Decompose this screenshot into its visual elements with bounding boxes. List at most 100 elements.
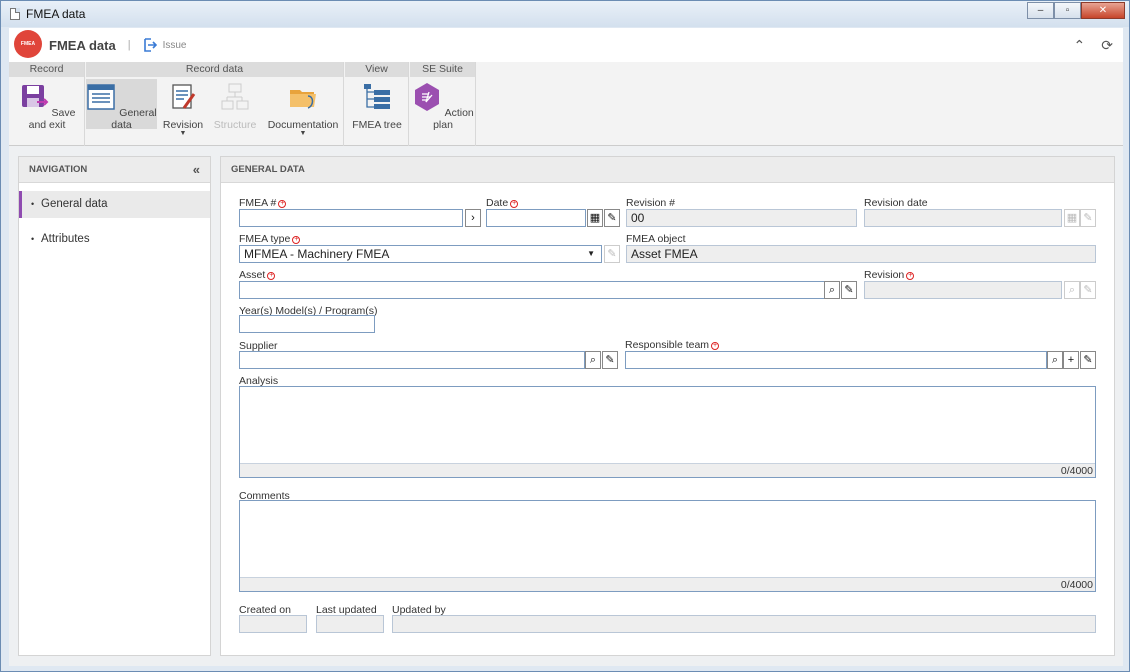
fmea-tree-icon	[364, 84, 390, 109]
window-title: FMEA data	[26, 7, 86, 21]
fmea-no-input[interactable]	[239, 209, 463, 227]
comments-char-counter: 0/4000	[240, 577, 1095, 591]
clear-icon: ✎	[1080, 281, 1096, 299]
ribbon-group-se-suite: SE Suite Action plan	[410, 62, 476, 146]
comments-textarea[interactable]: 0/4000	[239, 500, 1096, 592]
clear-icon[interactable]: ✎	[841, 281, 857, 299]
calendar-icon[interactable]: ▦	[587, 209, 603, 227]
responsible-team-input[interactable]	[625, 351, 1047, 369]
revision-date-label: Revision date	[864, 197, 928, 209]
years-models-input[interactable]	[239, 315, 375, 333]
application-window: FMEA data – ▫ ✕ FMEA FMEA data | Issue ⌃…	[0, 0, 1130, 672]
analysis-textarea[interactable]: 0/4000	[239, 386, 1096, 478]
structure-label: Structure	[213, 119, 257, 131]
clear-icon[interactable]: ✎	[604, 209, 620, 227]
app-header: FMEA FMEA data | Issue ⌃ ⟳	[9, 28, 1123, 62]
general-data-label: General data	[111, 107, 157, 131]
revision-field	[864, 281, 1062, 299]
minimize-icon[interactable]: –	[1027, 2, 1054, 19]
clear-icon[interactable]: ✎	[602, 351, 618, 369]
documentation-dropdown-arrow: ▼	[299, 130, 307, 137]
revision-icon	[172, 84, 196, 109]
responsible-team-label: Responsible team +	[625, 339, 720, 351]
ribbon-group-record: Record Save and exit	[9, 62, 85, 146]
group-title: View	[345, 62, 408, 77]
group-title: Record data	[86, 62, 343, 77]
fmea-no-label: FMEA # +	[239, 197, 287, 209]
structure-icon	[221, 83, 249, 110]
issue-link[interactable]: Issue	[163, 40, 187, 51]
general-data-icon	[87, 84, 116, 110]
required-icon: +	[278, 200, 287, 208]
search-icon: ⌕	[1064, 281, 1080, 299]
analysis-char-counter: 0/4000	[240, 463, 1095, 477]
required-icon: +	[906, 272, 915, 280]
action-plan-button[interactable]: Action plan	[412, 79, 474, 131]
header-divider: |	[127, 39, 131, 51]
app-area: FMEA FMEA data | Issue ⌃ ⟳ Record Save a…	[9, 28, 1123, 666]
ribbon-toolbar: Record Save and exit Record data General…	[9, 62, 1123, 146]
fmea-type-label: FMEA type +	[239, 233, 301, 245]
title-bar: FMEA data – ▫ ✕	[1, 1, 1129, 27]
collapse-navigation-icon[interactable]: «	[193, 157, 200, 183]
clear-icon[interactable]: ✎	[1080, 351, 1096, 369]
clear-icon: ✎	[604, 245, 620, 263]
required-icon: +	[711, 342, 720, 350]
last-updated-field	[316, 615, 384, 633]
navigation-panel: NAVIGATION « General data Attributes	[18, 156, 211, 656]
general-data-title: GENERAL DATA	[231, 164, 305, 175]
ribbon-group-record-data: Record data General data Revision ▼ Stru…	[86, 62, 344, 146]
structure-button: Structure	[210, 79, 260, 131]
fmea-tree-button[interactable]: FMEA tree	[347, 79, 407, 131]
chevron-down-icon: ▼	[587, 249, 595, 258]
navigation-header: NAVIGATION «	[19, 157, 210, 183]
ribbon-group-view: View FMEA tree	[345, 62, 409, 146]
required-icon: +	[267, 272, 276, 280]
navigation-title: NAVIGATION	[29, 164, 88, 175]
revision-dropdown-arrow: ▼	[179, 130, 187, 137]
search-icon[interactable]: ⌕	[824, 281, 840, 299]
fmea-type-select[interactable]: MFMEA - Machinery FMEA ▼	[239, 245, 602, 263]
window-controls: – ▫ ✕	[1027, 2, 1125, 19]
nav-item-general-data[interactable]: General data	[19, 191, 210, 218]
issue-icon[interactable]	[143, 38, 157, 52]
revision-date-field	[864, 209, 1062, 227]
calendar-icon: ▦	[1064, 209, 1080, 227]
next-arrow-icon[interactable]: ›	[465, 209, 481, 227]
revision-label: Revision +	[864, 269, 915, 281]
clear-icon: ✎	[1080, 209, 1096, 227]
close-icon[interactable]: ✕	[1081, 2, 1125, 19]
save-and-exit-button[interactable]: Save and exit	[11, 79, 83, 131]
nav-item-attributes[interactable]: Attributes	[19, 226, 210, 253]
fmea-tree-label: FMEA tree	[352, 119, 402, 131]
required-icon: +	[510, 200, 519, 208]
documentation-button[interactable]: Documentation ▼	[264, 79, 342, 137]
revision-no-field: 00	[626, 209, 857, 227]
document-icon	[10, 8, 20, 20]
collapse-ribbon-icon[interactable]: ⌃	[1074, 37, 1086, 54]
action-plan-icon	[415, 83, 440, 111]
general-data-button[interactable]: General data	[86, 79, 157, 131]
refresh-icon[interactable]: ⟳	[1101, 37, 1113, 54]
revision-no-label: Revision #	[626, 197, 676, 209]
search-icon[interactable]: ⌕	[585, 351, 601, 369]
supplier-input[interactable]	[239, 351, 585, 369]
group-title: SE Suite	[410, 62, 475, 77]
fmea-object-label: FMEA object	[626, 233, 686, 245]
date-label: Date +	[486, 197, 519, 209]
maximize-icon[interactable]: ▫	[1054, 2, 1081, 19]
general-data-panel: GENERAL DATA FMEA # + › Date + ▦ ✎ Revisio…	[220, 156, 1115, 656]
save-exit-icon	[21, 85, 48, 107]
revision-button[interactable]: Revision ▼	[160, 79, 206, 137]
fmea-logo-icon: FMEA	[14, 30, 42, 60]
logo-text: FMEA	[20, 41, 36, 47]
add-icon[interactable]: +	[1063, 351, 1079, 369]
search-icon[interactable]: ⌕	[1047, 351, 1063, 369]
date-input[interactable]	[486, 209, 586, 227]
general-data-header: GENERAL DATA	[221, 157, 1114, 183]
created-on-field	[239, 615, 307, 633]
fmea-type-value: MFMEA - Machinery FMEA	[244, 247, 390, 261]
fmea-object-field: Asset FMEA	[626, 245, 1096, 263]
asset-input[interactable]	[239, 281, 825, 299]
app-title: FMEA data	[49, 37, 116, 53]
